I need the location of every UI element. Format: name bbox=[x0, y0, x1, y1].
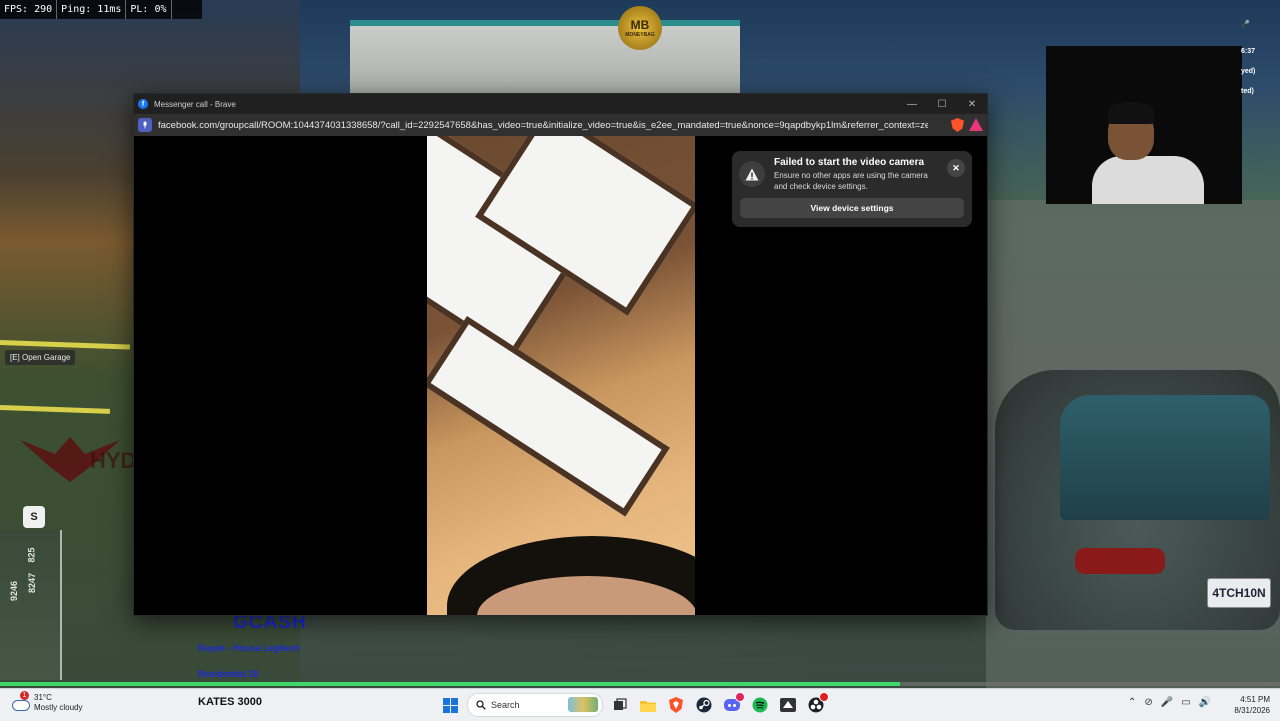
minimap: 825 8247 9246 bbox=[0, 530, 62, 680]
gcash-line: Rayan - House Legitech bbox=[198, 643, 301, 653]
weather-alert-badge: 1 bbox=[20, 691, 29, 700]
server-logo-text: MONEYBAG bbox=[625, 31, 655, 38]
notification-title: Failed to start the video camera bbox=[774, 157, 925, 168]
clock-time: 4:51 PM bbox=[1240, 695, 1270, 704]
notification-body: Ensure no other apps are using the camer… bbox=[774, 171, 928, 191]
fps-counter: FPS: 290 bbox=[0, 0, 58, 19]
notification-badge bbox=[735, 692, 745, 702]
brave-browser-icon[interactable] bbox=[665, 694, 687, 716]
messenger-call-window[interactable]: f Messenger call - Brave — ☐ ✕ facebook.… bbox=[133, 93, 988, 616]
close-icon[interactable]: ✕ bbox=[947, 159, 965, 177]
car-license-plate: 4TCH10N bbox=[1207, 578, 1271, 608]
open-garage-prompt: [E] Open Garage bbox=[5, 350, 76, 365]
window-controls: — ☐ ✕ bbox=[897, 94, 987, 114]
taskbar-apps: Search bbox=[439, 692, 829, 717]
packet-loss-counter: PL: 0% bbox=[126, 0, 172, 19]
warning-icon bbox=[739, 161, 765, 187]
obs-icon[interactable] bbox=[805, 692, 829, 716]
kates-label: KATES 3000 bbox=[198, 696, 262, 708]
server-logo-initials: MB bbox=[630, 17, 650, 32]
cloud-icon: 1 bbox=[10, 691, 30, 711]
search-icon bbox=[476, 700, 486, 710]
address-bar[interactable]: facebook.com/groupcall/ROOM:104437403133… bbox=[134, 114, 987, 136]
minimap-street-number: 825 bbox=[26, 547, 37, 563]
ping-counter: Ping: 11ms bbox=[57, 0, 127, 19]
background-tray-fragments: 🎤 6:37 yed) ted) bbox=[1240, 20, 1280, 100]
remote-video-feed bbox=[427, 136, 695, 615]
network-icon[interactable]: ⊘ bbox=[1144, 697, 1152, 708]
volume-icon[interactable]: 🔊 bbox=[1199, 697, 1211, 708]
window-titlebar[interactable]: f Messenger call - Brave — ☐ ✕ bbox=[134, 94, 987, 114]
chevron-up-icon[interactable]: ⌃ bbox=[1128, 697, 1136, 708]
compass-heading: S bbox=[23, 506, 45, 528]
game-building bbox=[350, 20, 740, 101]
steam-icon[interactable] bbox=[693, 694, 715, 716]
gcash-line: Residential 20 bbox=[198, 669, 259, 679]
progress-bar-track bbox=[900, 682, 1280, 686]
game-launcher-icon[interactable] bbox=[777, 694, 799, 716]
performance-overlay: FPS: 290 Ping: 11ms PL: 0% bbox=[0, 0, 202, 19]
live-indicator-badge bbox=[819, 692, 829, 702]
display-icon[interactable]: ▭ bbox=[1181, 697, 1190, 708]
weather-temperature: 31°C bbox=[34, 693, 52, 702]
system-tray: ⌃ ⊘ 🎤 ▭ 🔊 bbox=[1128, 697, 1211, 708]
tray-fragment: ted) bbox=[1241, 88, 1254, 95]
taskbar-clock[interactable]: 4:51 PM 8/31/2026 bbox=[1228, 694, 1270, 716]
tray-fragment: 6:37 bbox=[1241, 48, 1256, 55]
weather-description: Mostly cloudy bbox=[34, 703, 83, 712]
taskbar-search[interactable]: Search bbox=[467, 693, 603, 717]
webcam-person-shirt bbox=[1092, 156, 1204, 204]
discord-icon[interactable] bbox=[721, 692, 745, 716]
mic-icon: 🎤 bbox=[1241, 21, 1250, 28]
close-button[interactable]: ✕ bbox=[957, 94, 987, 114]
webcam-person-hair bbox=[1108, 102, 1154, 124]
windows-taskbar: 1 31°C Mostly cloudy KATES 3000 Search ⌃… bbox=[0, 688, 1280, 721]
minimap-street-number: 9246 bbox=[9, 580, 20, 602]
brave-rewards-icon[interactable] bbox=[969, 118, 983, 131]
site-info-icon[interactable] bbox=[138, 118, 152, 132]
camera-error-notification: Failed to start the video camera Ensure … bbox=[732, 151, 972, 227]
search-placeholder: Search bbox=[491, 700, 520, 710]
minimap-street-number: 8247 bbox=[27, 572, 38, 594]
brave-shields-icon[interactable] bbox=[951, 118, 964, 132]
server-logo: MB MONEYBAG bbox=[618, 6, 662, 50]
car-rear-window bbox=[1060, 395, 1270, 520]
weather-widget[interactable]: 1 31°C Mostly cloudy bbox=[10, 691, 83, 713]
car-taillight bbox=[1075, 548, 1165, 574]
messenger-app-icon: f bbox=[138, 99, 148, 109]
streamer-webcam bbox=[1046, 46, 1242, 204]
minimize-button[interactable]: — bbox=[897, 94, 927, 114]
view-device-settings-button[interactable]: View device settings bbox=[740, 198, 964, 218]
window-title: Messenger call - Brave bbox=[154, 99, 236, 109]
search-highlight-image bbox=[568, 697, 598, 712]
spotify-icon[interactable] bbox=[749, 694, 771, 716]
tray-fragment: yed) bbox=[1241, 68, 1256, 75]
file-explorer-icon[interactable] bbox=[637, 694, 659, 716]
progress-bar-fill bbox=[0, 682, 900, 686]
maximize-button[interactable]: ☐ bbox=[927, 94, 957, 114]
task-view-icon[interactable] bbox=[609, 694, 631, 716]
clock-date: 8/31/2026 bbox=[1234, 706, 1270, 715]
microphone-icon[interactable]: 🎤 bbox=[1161, 697, 1173, 708]
url-text[interactable]: facebook.com/groupcall/ROOM:104437403133… bbox=[158, 120, 928, 131]
windows-start-icon[interactable] bbox=[439, 694, 461, 716]
